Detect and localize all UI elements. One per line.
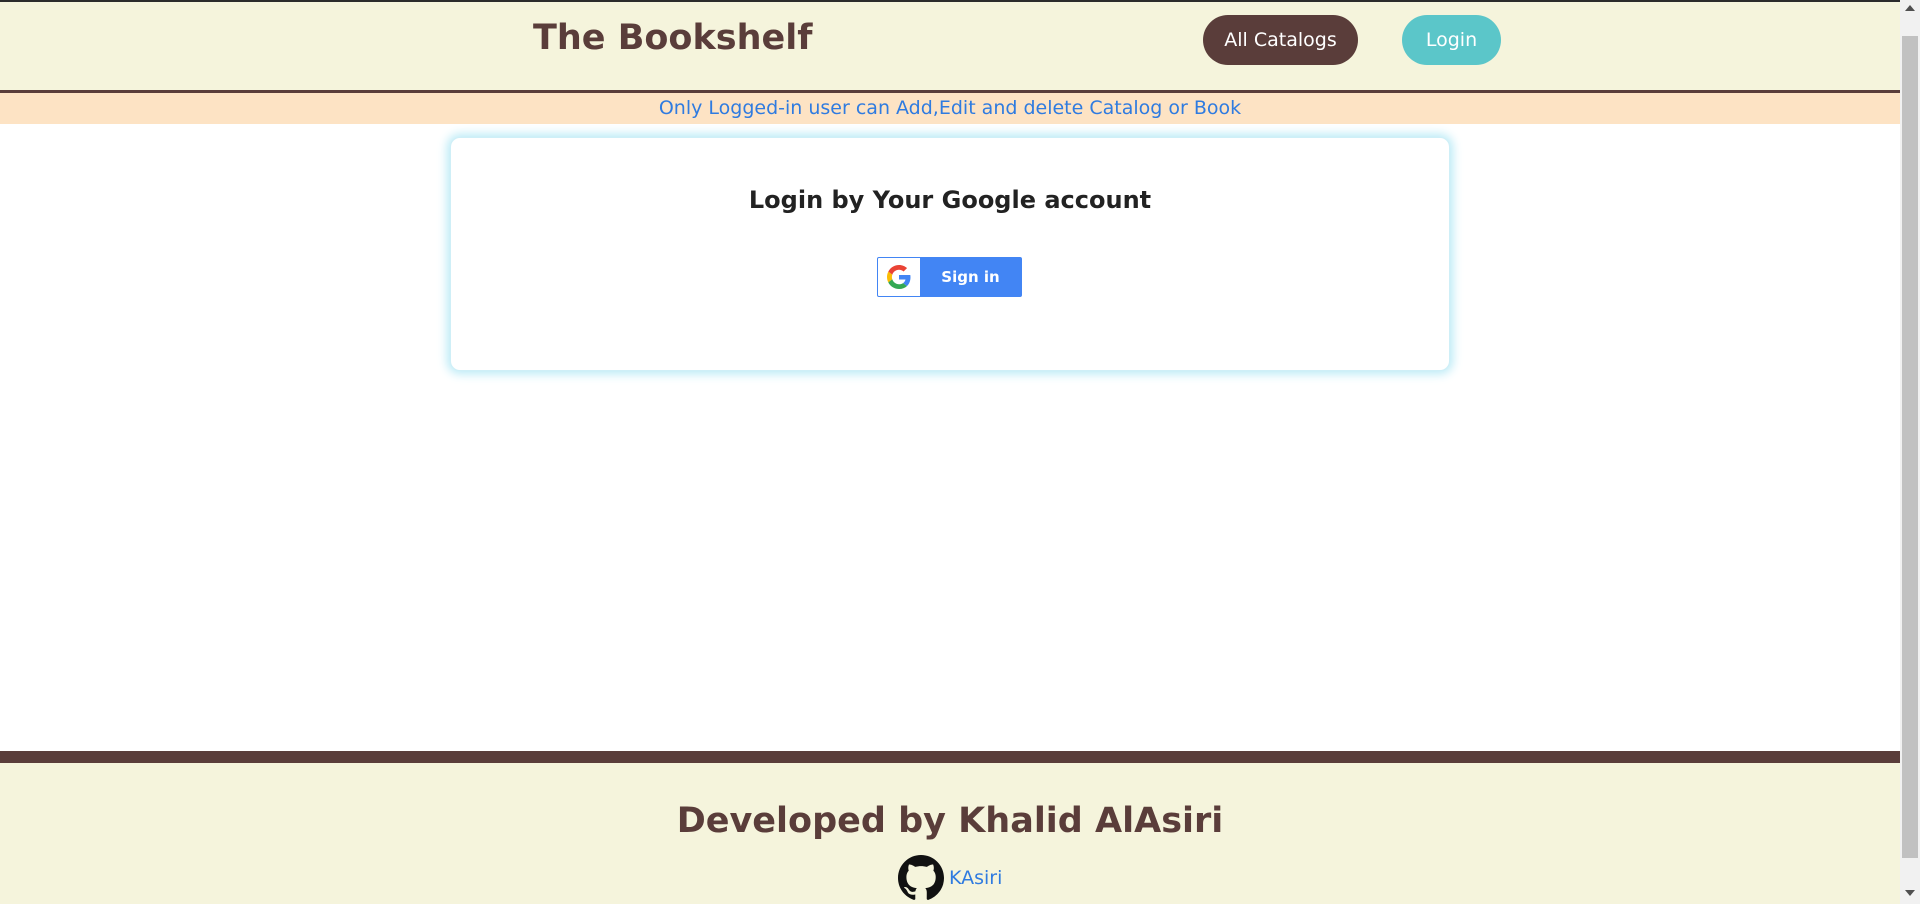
all-catalogs-button[interactable]: All Catalogs	[1203, 15, 1358, 65]
page: The Bookshelf All Catalogs Login Only Lo…	[0, 0, 1900, 904]
google-logo-box	[878, 258, 920, 296]
scroll-up-arrow-icon[interactable]	[1905, 5, 1915, 11]
login-card: Login by Your Google account Sign in	[450, 137, 1450, 371]
site-footer: Developed by Khalid AlAsiri KAsiri	[0, 763, 1900, 904]
google-sign-in-label: Sign in	[941, 268, 1000, 286]
scroll-down-arrow-icon[interactable]	[1905, 890, 1915, 896]
site-brand[interactable]: The Bookshelf	[533, 18, 812, 58]
notice-text: Only Logged-in user can Add,Edit and del…	[658, 97, 1242, 119]
site-header: The Bookshelf All Catalogs Login	[0, 2, 1900, 93]
notice-bar: Only Logged-in user can Add,Edit and del…	[0, 93, 1900, 124]
footer-divider	[0, 751, 1900, 763]
vertical-scrollbar[interactable]	[1900, 0, 1920, 904]
github-icon[interactable]	[898, 855, 944, 901]
google-sign-in-button[interactable]: Sign in	[877, 257, 1022, 297]
github-link[interactable]: KAsiri	[898, 855, 1002, 901]
login-button[interactable]: Login	[1402, 15, 1501, 65]
scrollbar-thumb[interactable]	[1902, 36, 1918, 858]
google-g-icon	[887, 265, 911, 289]
developer-credit: Developed by Khalid AlAsiri	[676, 801, 1224, 841]
login-card-title: Login by Your Google account	[748, 186, 1152, 214]
github-username[interactable]: KAsiri	[949, 867, 1002, 889]
